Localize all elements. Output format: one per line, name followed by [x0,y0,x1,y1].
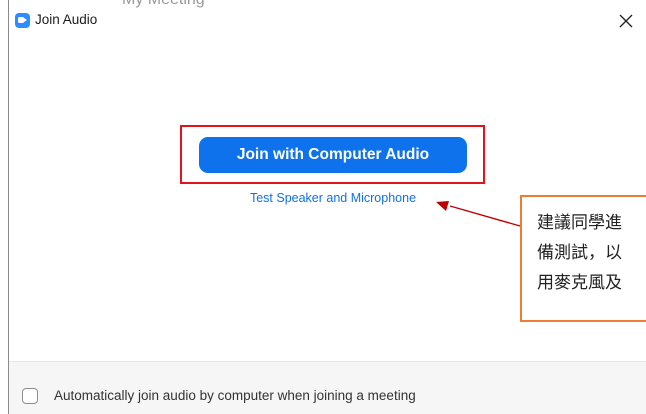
test-speaker-microphone-link[interactable]: Test Speaker and Microphone [220,191,446,205]
zoom-camera-icon [15,13,30,28]
annotation-callout: 建議同學進 備測試，以 用麥克風及 [520,195,646,322]
callout-line-2: 備測試，以 [537,243,622,263]
join-computer-audio-button[interactable]: Join with Computer Audio [199,137,467,173]
join-audio-window: My Meeting Join Audio Join with Computer… [0,0,646,414]
auto-join-checkbox[interactable] [22,388,38,404]
window-title: Join Audio [35,12,98,27]
window-left-edge [0,0,9,414]
auto-join-label[interactable]: Automatically join audio by computer whe… [54,388,416,403]
close-icon [619,14,633,28]
footer-bar: Automatically join audio by computer whe… [9,362,646,414]
close-button[interactable] [615,10,637,32]
title-bar: Join Audio [9,8,646,40]
callout-line-3: 用麥克風及 [537,273,622,293]
callout-line-1: 建議同學進 [537,213,622,233]
